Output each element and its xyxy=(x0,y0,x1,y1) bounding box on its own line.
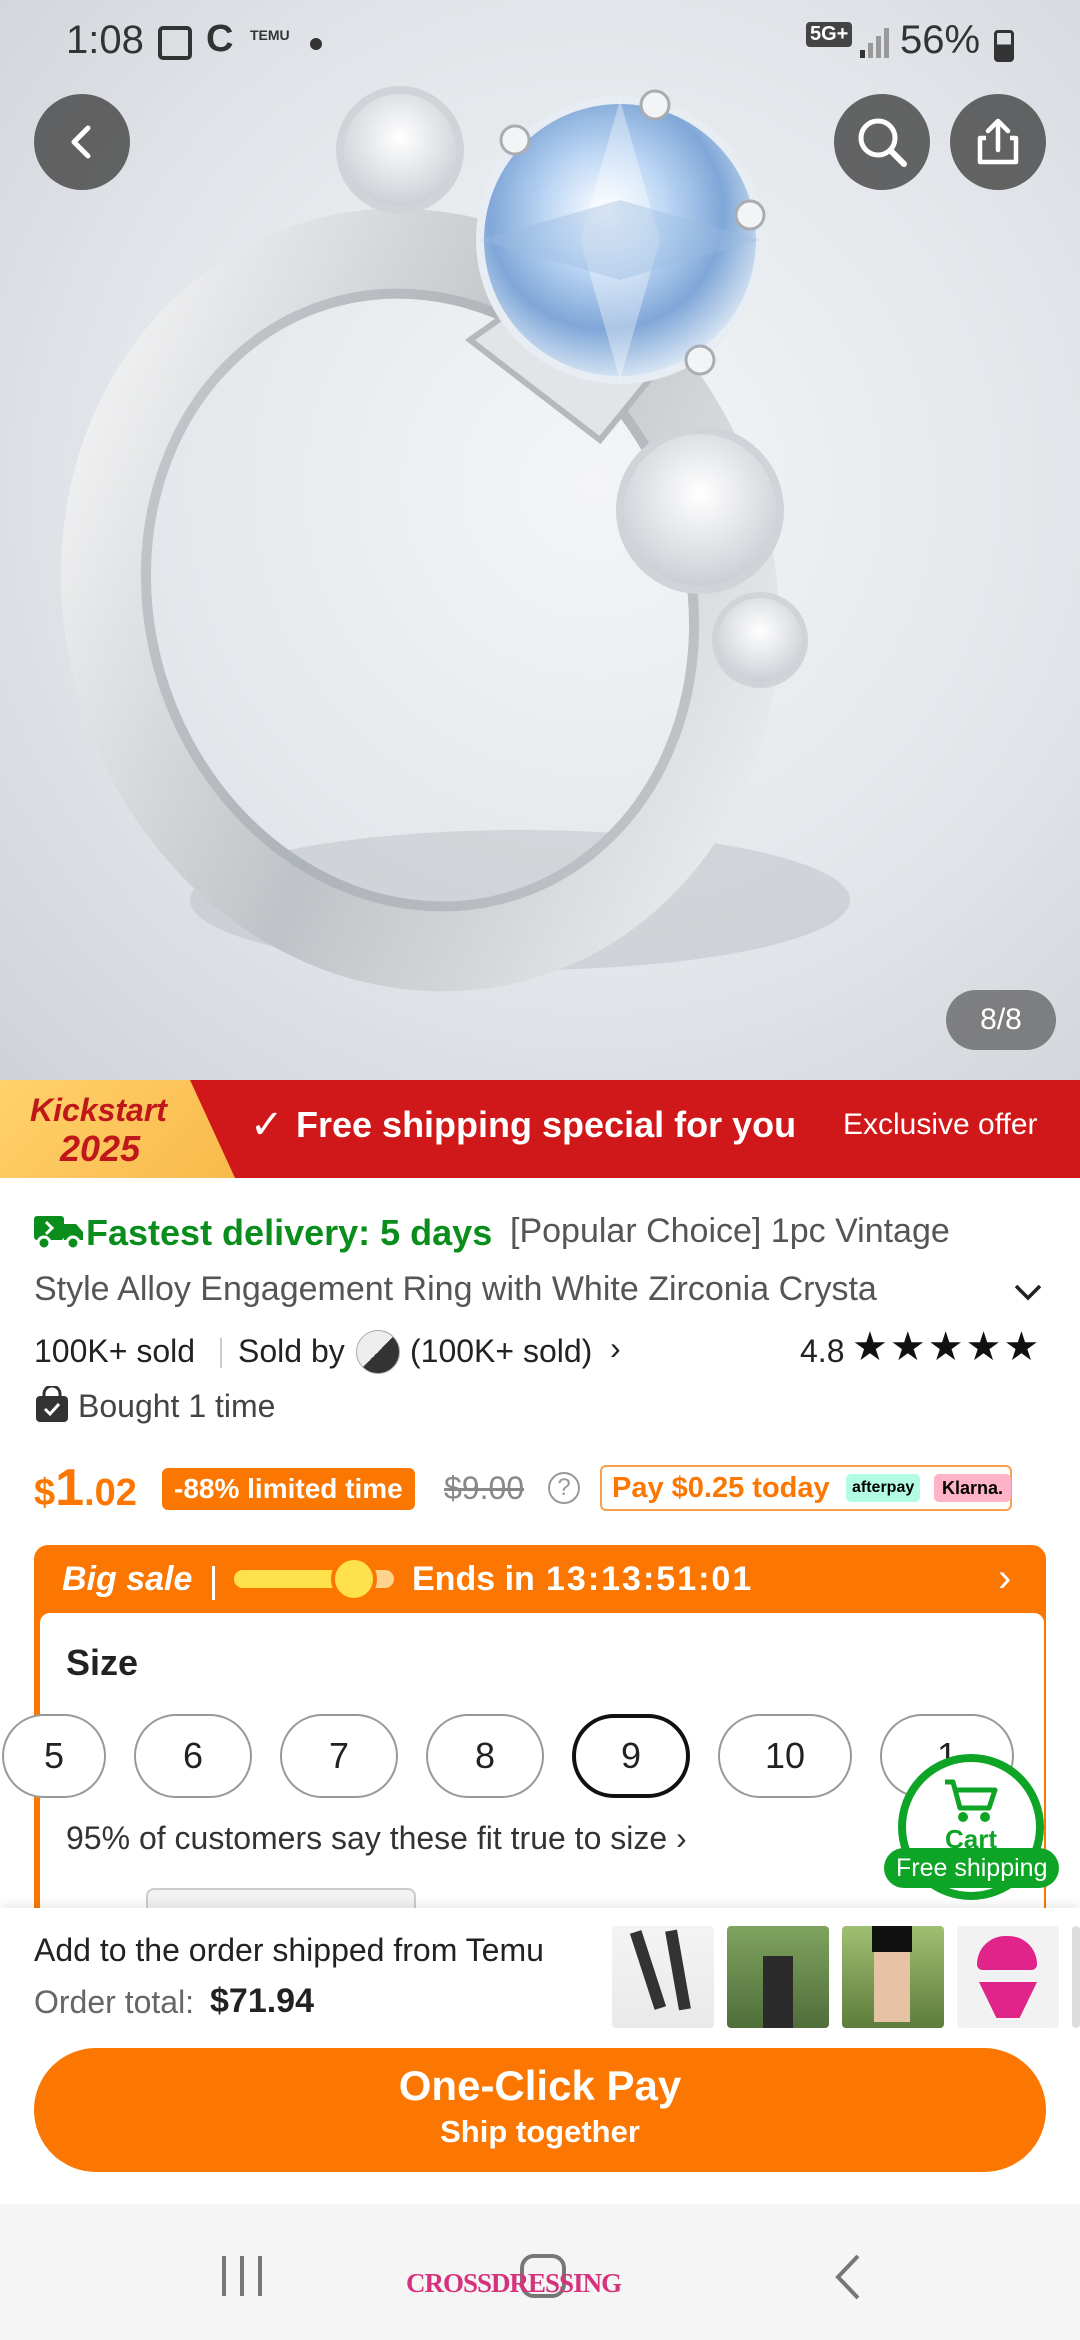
order-item-thumbnail[interactable] xyxy=(612,1926,714,2028)
search-button[interactable] xyxy=(834,94,930,190)
fit-note[interactable]: 95% of customers say these fit true to s… xyxy=(66,1820,687,1857)
klarna-badge: Klarna. xyxy=(934,1474,1012,1502)
price-cents: .02 xyxy=(84,1472,137,1514)
product-image[interactable]: 1:08 C TEMU 5G+ 56% 8/8 xyxy=(0,0,1080,1080)
free-shipping-badge: Free shipping xyxy=(884,1848,1060,1888)
sold-by-label[interactable]: Sold by xyxy=(238,1333,345,1370)
countdown-timer: 13:13:51:01 xyxy=(546,1560,754,1598)
share-icon xyxy=(977,118,1019,165)
order-total-value: $71.94 xyxy=(210,1982,314,2020)
status-time: 1:08 xyxy=(66,18,144,62)
big-sale-label: Big sale xyxy=(62,1560,193,1598)
size-option-7[interactable]: 7 xyxy=(280,1714,398,1798)
share-button[interactable] xyxy=(950,94,1046,190)
one-click-pay-label: One-Click Pay xyxy=(398,2062,682,2109)
sold-count: 100K+ sold xyxy=(34,1333,196,1369)
battery-icon xyxy=(994,30,1014,62)
seller-chevron-icon[interactable]: › xyxy=(610,1330,621,1367)
overlay-watermark-text: CROSSDRESSING xyxy=(406,2268,622,2298)
exclusive-offer-text: Exclusive offer xyxy=(843,1108,1038,1141)
gallery-notification-icon xyxy=(158,26,192,60)
help-icon[interactable]: ? xyxy=(548,1472,580,1504)
seller-sold-count[interactable]: (100K+ sold) xyxy=(410,1333,592,1370)
size-title: Size xyxy=(66,1642,139,1683)
sale-chevron-icon[interactable]: › xyxy=(998,1556,1011,1601)
divider xyxy=(220,1338,222,1368)
promo-banner[interactable]: Kickstart 2025 ✓ Free shipping special f… xyxy=(0,1080,1080,1178)
size-option-5[interactable]: 5 xyxy=(2,1714,106,1798)
afterpay-badge: afterpay xyxy=(846,1474,921,1502)
system-nav-bar: CROSSDRESSING xyxy=(0,2204,1080,2340)
kickstart-year: 2025 xyxy=(60,1128,141,1169)
cart-icon xyxy=(945,1779,998,1822)
network-indicator: 5G+ xyxy=(806,22,853,47)
seller-avatar[interactable] xyxy=(356,1330,400,1374)
check-icon: ✓ xyxy=(250,1103,284,1147)
timer-icon xyxy=(331,1556,377,1602)
search-icon xyxy=(858,118,907,167)
size-option-8[interactable]: 8 xyxy=(426,1714,544,1798)
order-total-label: Order total: xyxy=(34,1984,195,2020)
ends-in-label: Ends in xyxy=(412,1560,535,1598)
free-shipping-text: Free shipping special for you xyxy=(296,1104,797,1145)
kickstart-label: Kickstart xyxy=(30,1092,167,1128)
temu-notification-icon: TEMU xyxy=(250,27,290,43)
signal-icon xyxy=(860,28,890,63)
product-title-line2: Style Alloy Engagement Ring with White Z… xyxy=(34,1270,877,1308)
nav-back-icon[interactable] xyxy=(830,2252,866,2307)
delivery-truck-icon xyxy=(34,1212,84,1255)
price-currency: $ xyxy=(34,1472,56,1514)
status-bar: 1:08 C TEMU 5G+ 56% xyxy=(0,0,1080,90)
dot-icon xyxy=(310,38,322,50)
add-to-order-text: Add to the order shipped from Temu xyxy=(34,1932,544,1968)
back-button[interactable] xyxy=(34,94,130,190)
price-whole: 1 xyxy=(55,1459,85,1517)
discount-badge: -88% limited time xyxy=(162,1468,415,1510)
sale-divider xyxy=(212,1566,215,1600)
order-item-thumbnail[interactable] xyxy=(842,1926,944,2028)
pay-later-text: Pay $0.25 today xyxy=(612,1472,830,1504)
ship-together-label: Ship together xyxy=(440,2114,640,2149)
bought-count: Bought 1 time xyxy=(78,1388,276,1424)
battery-percent: 56% xyxy=(900,18,981,62)
price: $1.02 xyxy=(34,1458,137,1518)
chevron-down-icon[interactable] xyxy=(1010,1280,1046,1309)
recents-icon[interactable] xyxy=(220,2256,266,2296)
rating-value: 4.8 xyxy=(800,1333,845,1369)
one-click-pay-button[interactable]: One-Click Pay Ship together xyxy=(34,2048,1046,2172)
order-item-thumbnail[interactable] xyxy=(727,1926,829,2028)
size-option-6[interactable]: 6 xyxy=(134,1714,252,1798)
order-item-thumbnail[interactable] xyxy=(957,1926,1059,2028)
size-option-9[interactable]: 9 xyxy=(572,1714,690,1798)
product-title-line1: [Popular Choice] 1pc Vintage xyxy=(510,1212,950,1250)
c-notification-icon: C xyxy=(206,18,234,60)
original-price: $9.00 xyxy=(444,1470,525,1506)
rating-stars[interactable]: ★★★★★ xyxy=(852,1324,1041,1370)
order-item-thumbnail[interactable] xyxy=(1072,1926,1080,2028)
shopping-bag-icon xyxy=(34,1384,70,1429)
back-icon xyxy=(71,125,91,159)
image-counter: 8/8 xyxy=(946,990,1056,1050)
size-option-10[interactable]: 10 xyxy=(718,1714,852,1798)
pay-later-box[interactable]: Pay $0.25 today afterpay Klarna. xyxy=(600,1465,1012,1511)
sale-progress-bar xyxy=(234,1556,394,1602)
delivery-text[interactable]: Fastest delivery: 5 days xyxy=(86,1212,492,1254)
